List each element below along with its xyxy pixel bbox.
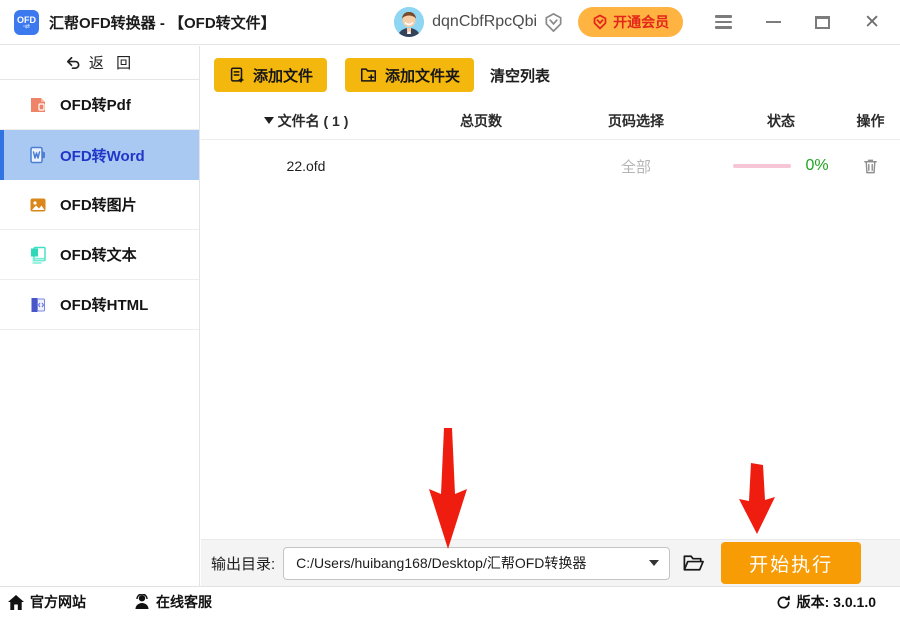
sidebar-item-ofd-to-pdf[interactable]: OFD转Pdf: [0, 80, 199, 130]
trash-icon: [864, 159, 877, 174]
text-file-icon: [28, 245, 48, 265]
support-agent-icon: [135, 594, 149, 609]
sidebar-item-label: OFD转图片: [60, 197, 137, 214]
output-path-select[interactable]: C:/Users/huibang168/Desktop/汇帮OFD转换器: [283, 546, 671, 580]
back-label: 返 回: [88, 55, 136, 72]
progress-bar: [733, 164, 792, 168]
back-button[interactable]: 返 回: [0, 46, 199, 80]
sidebar-item-label: OFD转Word: [60, 147, 145, 165]
open-membership-button[interactable]: 开通会员: [578, 7, 684, 37]
refresh-icon[interactable]: [776, 595, 791, 610]
official-site-link[interactable]: 官方网站: [8, 592, 86, 612]
app-logo-decoration: -⇄: [22, 24, 31, 30]
window-controls: ✕: [732, 13, 880, 32]
sidebar-item-ofd-to-text[interactable]: OFD转文本: [0, 230, 199, 280]
toolbar: 添加文件 添加文件夹 清空列表: [201, 46, 900, 102]
app-window: OFD -⇄ 汇帮OFD转换器 - 【OFD转文件】 dqnCbfRpcQbi: [0, 0, 900, 617]
main-panel: 添加文件 添加文件夹 清空列表 文件名 ( 1 ) 总页数 页码选择 状态 操作…: [201, 46, 900, 586]
output-dir-label: 输出目录:: [211, 555, 276, 573]
add-file-icon: [230, 67, 244, 83]
add-folder-button[interactable]: 添加文件夹: [345, 58, 475, 92]
hamburger-menu-icon[interactable]: [715, 15, 733, 29]
chevron-down-icon: [649, 560, 660, 566]
window-title: 汇帮OFD转换器 - 【OFD转文件】: [49, 14, 276, 32]
cell-status: 0%: [721, 157, 841, 175]
cell-page-select[interactable]: 全部: [551, 156, 721, 177]
version-info: 版本: 3.0.1.0: [776, 592, 876, 612]
member-badge-icon[interactable]: [543, 12, 564, 33]
sidebar-item-ofd-to-word[interactable]: OFD转Word: [0, 130, 199, 180]
column-header-action: 操作: [856, 112, 885, 129]
sidebar-item-label: OFD转HTML: [60, 297, 149, 314]
table-header: 文件名 ( 1 ) 总页数 页码选择 状态 操作: [201, 102, 900, 140]
table-row: 22.ofd 全部 0%: [201, 140, 900, 192]
sidebar-item-label: OFD转文本: [60, 247, 137, 264]
add-file-button[interactable]: 添加文件: [214, 58, 328, 92]
open-membership-label: 开通会员: [613, 14, 670, 30]
output-path-value: C:/Users/huibang168/Desktop/汇帮OFD转换器: [296, 555, 587, 571]
add-folder-icon: [361, 68, 377, 82]
back-arrow-icon: [66, 56, 80, 70]
sidebar-item-ofd-to-html[interactable]: OFD转HTML: [0, 280, 199, 330]
html-file-icon: [28, 295, 48, 315]
sidebar: 返 回 OFD转Pdf OFD转Word OFD转图片 OFD转文本 OFD转H…: [0, 46, 200, 586]
membership-badge-icon: [593, 14, 607, 30]
column-header-status: 状态: [767, 112, 795, 129]
clear-list-button[interactable]: 清空列表: [490, 65, 550, 86]
sidebar-item-ofd-to-image[interactable]: OFD转图片: [0, 180, 199, 230]
online-support-link[interactable]: 在线客服: [134, 592, 212, 612]
user-avatar[interactable]: [394, 7, 425, 37]
sidebar-item-label: OFD转Pdf: [60, 97, 131, 114]
cell-filename: 22.ofd: [286, 158, 326, 174]
app-logo-icon: OFD -⇄: [14, 9, 39, 35]
title-bar: OFD -⇄ 汇帮OFD转换器 - 【OFD转文件】 dqnCbfRpcQbi: [0, 0, 900, 45]
column-header-page-select: 页码选择: [608, 112, 664, 129]
maximize-button[interactable]: [815, 15, 831, 29]
browse-folder-button[interactable]: [682, 553, 705, 573]
word-file-icon: [28, 145, 48, 165]
username: dqnCbfRpcQbi: [432, 13, 538, 30]
start-button[interactable]: 开始执行: [721, 542, 862, 584]
column-header-filename[interactable]: 文件名 ( 1 ): [201, 111, 411, 131]
delete-row-button[interactable]: [841, 157, 900, 175]
pdf-file-icon: [28, 95, 48, 115]
titlebar-right: dqnCbfRpcQbi 开通会员 ✕: [394, 7, 880, 37]
version-text: 版本: 3.0.1.0: [796, 594, 876, 610]
close-button[interactable]: ✕: [864, 13, 880, 32]
add-file-label: 添加文件: [253, 67, 314, 85]
output-bar: 输出目录: C:/Users/huibang168/Desktop/汇帮OFD转…: [201, 539, 900, 586]
column-header-total-pages: 总页数: [460, 112, 502, 129]
minimize-button[interactable]: [766, 20, 782, 24]
add-folder-label: 添加文件夹: [385, 67, 461, 85]
home-icon: [8, 594, 24, 610]
status-bar: 官方网站 在线客服 版本: 3.0.1.0: [0, 586, 900, 617]
progress-percent: 0%: [805, 157, 829, 174]
image-file-icon: [28, 195, 48, 215]
sort-desc-icon: [263, 117, 274, 124]
folder-icon: [683, 555, 705, 571]
